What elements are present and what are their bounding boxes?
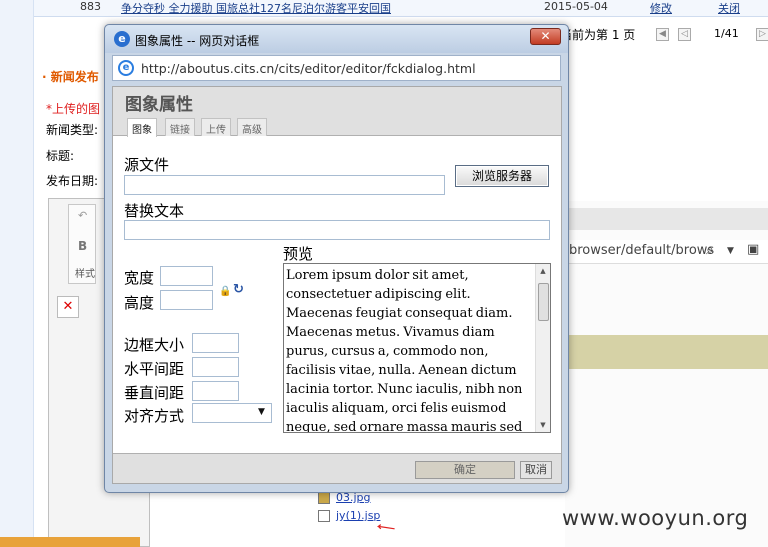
- date-label: 发布日期:: [46, 174, 99, 188]
- tab-link[interactable]: 链接: [165, 118, 195, 136]
- news-type-label: 新闻类型:: [46, 123, 99, 137]
- scroll-thumb[interactable]: [538, 283, 549, 321]
- row-date: 2015-05-04: [544, 0, 608, 13]
- dialog-footer: 确定 取消: [113, 453, 561, 483]
- lock-ratio-icon[interactable]: 🔒: [219, 286, 231, 297]
- scroll-up-icon[interactable]: ▲: [536, 264, 550, 278]
- scroll-down-icon[interactable]: ▼: [536, 418, 550, 432]
- ok-button[interactable]: 确定: [415, 461, 515, 479]
- preview-label: 预览: [283, 245, 314, 263]
- image-properties-dialog: e 图象属性 -- 网页对话框 ✕ http://aboutus.cits.cn…: [104, 24, 569, 493]
- ie-page-icon: e: [118, 60, 134, 76]
- preview-box: Lorem ipsum dolor sit amet, consectetuer…: [283, 263, 551, 433]
- image-icon[interactable]: ▣: [747, 242, 759, 257]
- border-input[interactable]: [192, 333, 239, 353]
- section-title: · 新闻发布: [42, 70, 99, 84]
- undo-icon[interactable]: ↶: [78, 209, 87, 222]
- source-label: 源文件: [124, 156, 170, 174]
- cancel-button[interactable]: 取消: [520, 461, 552, 479]
- editor-toolbar: ↶ B 样式: [68, 204, 96, 284]
- align-label: 对齐方式: [124, 407, 185, 425]
- row-id: 883: [80, 0, 101, 13]
- width-label: 宽度: [124, 269, 155, 287]
- preview-text: Lorem ipsum dolor sit amet, consectetuer…: [286, 268, 523, 433]
- chevron-down-icon[interactable]: ▼: [727, 246, 734, 256]
- title-label: 标题:: [46, 149, 75, 163]
- watermark: www.wooyun.org: [562, 506, 749, 530]
- height-input[interactable]: [160, 290, 213, 310]
- page-number: 1/41: [714, 27, 739, 40]
- prev-page-icon[interactable]: ◁: [678, 28, 691, 41]
- red-arrow-icon: [376, 524, 395, 530]
- bottom-bar: [0, 537, 140, 547]
- browse-server-button[interactable]: 浏览服务器: [455, 165, 549, 187]
- dialog-body: 图象属性 图象 链接 上传 高级 源文件 浏览服务器 替换文本 宽度 高度 🔒 …: [112, 86, 562, 484]
- upload-note: *上传的图: [46, 102, 101, 116]
- style-dropdown[interactable]: 样式: [75, 265, 95, 280]
- broken-image-icon: ✕: [57, 296, 79, 318]
- alt-text-input[interactable]: [124, 220, 550, 240]
- left-strip: [0, 0, 34, 547]
- hspace-input[interactable]: [192, 357, 239, 377]
- vspace-input[interactable]: [192, 381, 239, 401]
- border-label: 边框大小: [124, 336, 185, 354]
- next-page-icon[interactable]: ▷: [756, 28, 768, 41]
- bold-button[interactable]: B: [78, 239, 87, 253]
- dialog-header: 图象属性 图象 链接 上传 高级: [113, 87, 561, 137]
- vspace-label: 垂直间距: [124, 384, 185, 402]
- browser-toolbar: [565, 208, 768, 230]
- search-icon[interactable]: ⌕: [706, 242, 714, 258]
- width-input[interactable]: [160, 266, 213, 286]
- height-label: 高度: [124, 294, 155, 312]
- reset-size-icon[interactable]: ↻: [233, 282, 244, 297]
- close-button[interactable]: ✕: [530, 28, 561, 45]
- tab-image[interactable]: 图象: [127, 118, 157, 137]
- browser-address-text: browser/default/brows: [569, 243, 715, 258]
- source-url-input[interactable]: [124, 175, 445, 195]
- file-link[interactable]: jy(1).jsp: [336, 509, 380, 522]
- dialog-title: 图象属性 -- 网页对话框: [135, 34, 260, 48]
- tab-upload[interactable]: 上传: [201, 118, 231, 136]
- alt-text-label: 替换文本: [124, 202, 185, 220]
- chevron-down-icon[interactable]: ▼: [258, 407, 265, 417]
- tab-advanced[interactable]: 高级: [237, 118, 267, 136]
- browser-address-bar[interactable]: browser/default/brows ⌕ ▼ ▣: [565, 240, 768, 264]
- file-icon: [318, 510, 330, 522]
- hspace-label: 水平间距: [124, 360, 185, 378]
- url-bar: http://aboutus.cits.cn/cits/editor/edito…: [112, 55, 561, 81]
- browser-content-band: [565, 335, 768, 369]
- jpg-file-icon: [318, 492, 330, 504]
- edit-link[interactable]: 修改: [650, 0, 672, 16]
- first-page-icon[interactable]: ◀: [656, 28, 669, 41]
- dialog-heading: 图象属性: [125, 95, 193, 115]
- table-row: 883 争分夺秒 全力援助 国旅总社127名尼泊尔游客平安回国 2015-05-…: [34, 0, 768, 17]
- preview-scrollbar[interactable]: ▲ ▼: [535, 264, 550, 432]
- ie-icon: e: [114, 31, 130, 47]
- row-title-link[interactable]: 争分夺秒 全力援助 国旅总社127名尼泊尔游客平安回国: [121, 0, 391, 16]
- pager-text: 当前为第 1 页: [560, 28, 636, 42]
- close-link[interactable]: 关闭: [718, 0, 740, 16]
